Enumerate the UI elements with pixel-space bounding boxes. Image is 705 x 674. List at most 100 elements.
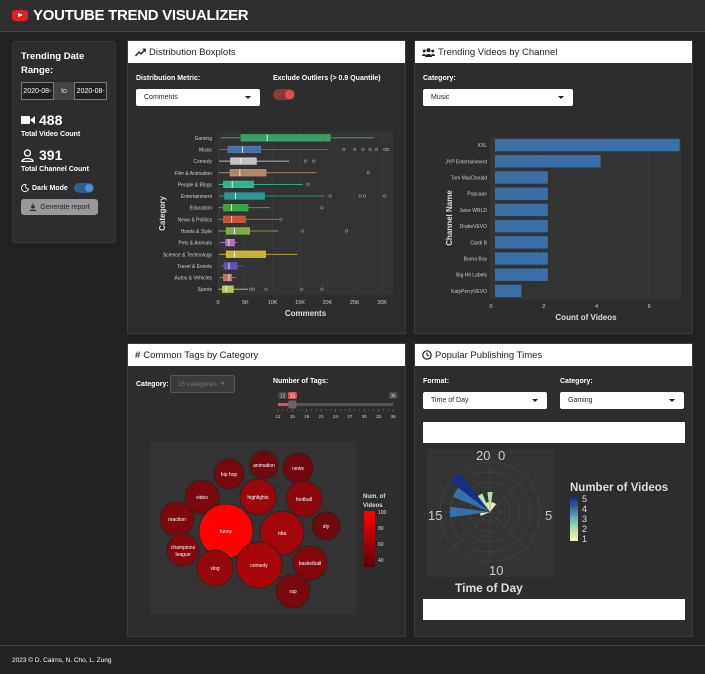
footer-credits: 2023 © D. Cairns, N. Cho, L. Zung	[12, 657, 112, 664]
legend-title: Number of Videos	[570, 482, 668, 494]
x-axis-title: Count of Videos	[555, 313, 617, 322]
bar	[495, 268, 548, 281]
tag-label: reaction	[168, 517, 186, 523]
start-date-input[interactable]: 2020-08-	[21, 82, 54, 100]
bar	[495, 187, 548, 200]
format-label: Format:	[423, 378, 450, 385]
category-label: Category:	[423, 75, 456, 82]
sidebar: Trending Date Range: 2020-08- to 2020-08…	[12, 41, 116, 243]
footer: 2023 © D. Cairns, N. Cho, L. Zung	[0, 645, 705, 664]
y-tick-label: Music	[199, 147, 213, 153]
box	[223, 262, 238, 270]
y-tick-label: Tom MacDonald	[451, 176, 487, 182]
common-tags-card: # Common Tags by Category Category: 15 c…	[127, 343, 406, 637]
caret-icon: ▼	[220, 381, 225, 387]
tag-label: basketball	[299, 561, 322, 567]
blank-panel-top	[423, 422, 685, 443]
date-range-label: Trending Date Range:	[21, 51, 85, 76]
tag-label: diy	[323, 524, 330, 530]
num-tags-label: Number of Tags:	[273, 378, 329, 385]
tag-label: funny	[220, 529, 233, 535]
slider-tick-label: 15	[290, 414, 296, 419]
angular-tick-label: 10	[489, 563, 503, 578]
y-tick-label: Popcaan	[467, 192, 487, 198]
exclude-outliers-toggle[interactable]	[273, 89, 295, 100]
tags-category-dropdown[interactable]: 15 categories ▼	[170, 375, 235, 393]
bar	[495, 236, 548, 249]
tag-label: champions	[171, 545, 196, 551]
angular-tick-label: 20	[476, 448, 490, 463]
youtube-logo-icon	[12, 10, 28, 21]
bar	[495, 252, 548, 265]
legend-tick-label: 5	[582, 494, 587, 504]
legend-tick-label: 4	[582, 504, 587, 514]
y-tick-label: Entertainment	[181, 194, 213, 200]
format-dropdown[interactable]: Time of Day	[423, 392, 547, 409]
legend-tick-label: 60	[378, 542, 384, 548]
box	[240, 134, 331, 142]
tag-label: video	[196, 495, 208, 501]
x-tick-label: 15K	[295, 300, 305, 306]
legend-title: Videos	[363, 503, 383, 509]
video-count-stat: 488	[21, 112, 107, 128]
y-tick-label: KatyPerryVEVO	[451, 289, 487, 295]
slider-value-label: 15	[290, 394, 296, 400]
legend-tick-label: 1	[582, 534, 587, 544]
slider-tick-label: 36	[390, 414, 396, 419]
dark-mode-label: Dark Mode	[32, 184, 68, 192]
y-tick-label: Burna Boy	[464, 257, 488, 263]
slider-tick-label: 12	[275, 414, 281, 419]
x-tick-label: 20K	[322, 300, 332, 306]
outlier-label: Exclude Outliers (> 0.9 Quantile)	[273, 75, 381, 82]
y-tick-label: XXL	[478, 143, 488, 149]
tag-label: highlights	[247, 495, 269, 501]
x-tick-label: 2	[542, 304, 545, 310]
end-date-input[interactable]: 2020-08-	[74, 82, 107, 100]
app-header: YOUTUBE TREND VISUALIZER	[0, 0, 705, 32]
card-title: Common Tags by Category	[143, 349, 259, 361]
times-category-label: Category:	[560, 378, 593, 385]
generate-report-button[interactable]: Generate report	[21, 199, 98, 215]
channel-bar-chart: 0 2 4 6 XXL JYP Entertainment Tom MacDonald Pop…	[445, 137, 681, 322]
y-tick-label: News & Politics	[178, 217, 213, 223]
x-tick-label: 4	[595, 304, 598, 310]
date-to-label: to	[53, 82, 75, 100]
tag-label: news	[292, 466, 304, 472]
slider-min-label: 12	[280, 394, 286, 400]
trending-by-channel-card: Trending Videos by Channel Category: Mus…	[414, 40, 693, 334]
video-camera-icon	[21, 115, 35, 126]
num-tags-slider[interactable]: 12 36 15 12 15 18 21 24 27 30 33 36	[271, 390, 401, 422]
bar	[495, 155, 601, 168]
category-dropdown[interactable]: Music	[423, 89, 573, 106]
box	[225, 239, 235, 247]
slider-tick-label: 21	[319, 414, 325, 419]
bar	[495, 219, 548, 233]
chevron-down-icon	[669, 399, 675, 402]
moon-icon	[21, 184, 29, 192]
users-icon	[422, 47, 435, 57]
y-tick-label: Travel & Events	[177, 264, 213, 270]
y-tick-label: DrakeVEVO	[460, 224, 487, 230]
angular-tick-label: 15	[428, 508, 442, 523]
tag-label: hip hop	[221, 472, 238, 478]
tag-label: animation	[253, 463, 275, 469]
channel-count-label: Total Channel Count	[21, 166, 89, 173]
slider-tick-label: 24	[333, 414, 339, 419]
slider-handle	[288, 400, 297, 409]
y-tick-label: Autos & Vehicles	[174, 276, 212, 282]
dark-mode-toggle[interactable]	[73, 183, 94, 193]
channel-count-stat: 391	[21, 147, 107, 163]
x-tick-label: 0	[216, 300, 219, 306]
y-tick-label: Sports	[198, 287, 213, 293]
chevron-down-icon	[532, 399, 538, 402]
metric-dropdown[interactable]: Comments	[136, 89, 260, 106]
tag-label: nba	[278, 531, 287, 537]
box	[222, 285, 234, 293]
date-range-picker: 2020-08- to 2020-08-	[21, 82, 107, 100]
bar	[495, 284, 522, 298]
card-header: Popular Publishing Times	[415, 344, 692, 366]
y-tick-label: People & Blogs	[178, 182, 213, 188]
slider-tick-label: 27	[347, 414, 353, 419]
tags-category-label: Category:	[136, 381, 169, 388]
times-category-dropdown[interactable]: Gaming	[560, 392, 684, 409]
